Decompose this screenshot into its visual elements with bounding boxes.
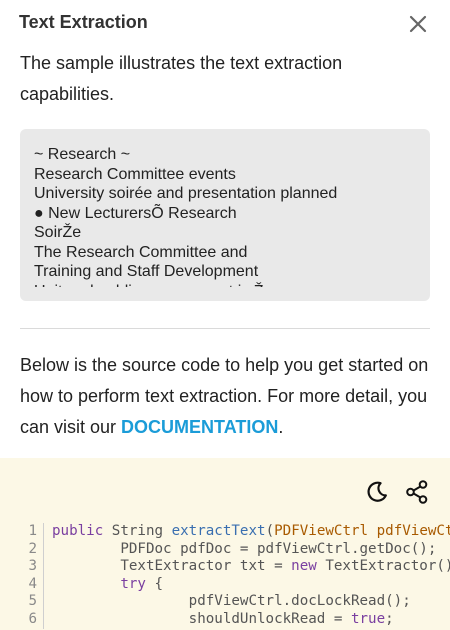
extracted-text-line: ~ Research ~ bbox=[34, 146, 131, 163]
code-text: PDFDoc pdfDoc = pdfViewCtrl.getDoc(); bbox=[52, 541, 436, 559]
code-token: TextExtractor(); bbox=[316, 558, 450, 575]
code-token: String bbox=[103, 523, 172, 539]
share-button[interactable] bbox=[403, 478, 431, 506]
divider bbox=[20, 328, 430, 329]
code-token: extractText bbox=[171, 523, 266, 539]
line-number: 3 bbox=[0, 558, 44, 576]
extracted-text-line: University soirée and presentation plann… bbox=[34, 185, 338, 202]
share-icon bbox=[406, 480, 428, 504]
code-token: shouldUnlockRead = bbox=[52, 610, 351, 627]
code-text: TextExtractor txt = new TextExtractor(); bbox=[52, 558, 450, 576]
extracted-text-box[interactable]: ~ Research ~ Research Committee events Uni… bbox=[20, 129, 430, 301]
extracted-text-line: Unit and public engagement is Ž bbox=[34, 282, 420, 288]
code-text: shouldUnlockRead = true; bbox=[52, 611, 394, 629]
line-number: 4 bbox=[0, 575, 44, 594]
extracted-text-line: The Research Committee and bbox=[34, 243, 248, 261]
code-token: ; bbox=[385, 610, 394, 627]
code-token: pdfViewCtrl.docLockRead(); bbox=[52, 593, 411, 610]
line-number: 6 bbox=[0, 610, 44, 629]
line-number: 1 bbox=[0, 523, 44, 541]
moon-icon bbox=[367, 481, 387, 502]
code-token: try bbox=[120, 575, 146, 592]
code-token: PDFDoc pdfDoc = pdfViewCtrl.getDoc(); bbox=[52, 540, 437, 557]
code-token: { bbox=[145, 575, 164, 592]
code-line: 2 PDFDoc pdfDoc = pdfViewCtrl.getDoc(); bbox=[0, 540, 450, 559]
code-text: try { bbox=[52, 576, 163, 594]
extracted-text-line: ● New LecturersÕ Research bbox=[34, 204, 237, 222]
code-line: 1 public String extractText(PDFViewCtrl p… bbox=[0, 523, 450, 541]
code-token: ( bbox=[265, 523, 275, 539]
code-text: pdfViewCtrl.docLockRead(); bbox=[52, 593, 411, 611]
code-line: 6 shouldUnlockRead = true; bbox=[0, 610, 450, 629]
theme-toggle-button[interactable] bbox=[363, 478, 391, 506]
close-button[interactable] bbox=[404, 10, 432, 38]
page-title: Text Extraction bbox=[19, 12, 148, 32]
code-token: TextExtractor txt = bbox=[52, 558, 292, 575]
line-number: 2 bbox=[0, 540, 44, 559]
code-line: 5 pdfViewCtrl.docLockRead(); bbox=[0, 593, 450, 611]
code-block[interactable]: 1 public String extractText(PDFViewCtrl p… bbox=[0, 523, 450, 629]
code-token: true bbox=[350, 610, 386, 627]
extracted-text-line: Research Committee events bbox=[34, 165, 236, 183]
source-code-intro: Below is the source code to help you get… bbox=[20, 350, 432, 443]
code-token: public bbox=[52, 523, 104, 539]
dialog-header: Text Extraction bbox=[0, 0, 450, 46]
line-number: 5 bbox=[0, 593, 44, 611]
code-panel: 1 public String extractText(PDFViewCtrl p… bbox=[0, 458, 450, 630]
code-text: public String extractText(PDFViewCtrl pd… bbox=[52, 523, 450, 541]
code-line: 3 TextExtractor txt = new TextExtractor(… bbox=[0, 558, 450, 576]
code-token: PDFViewCtrl pdfViewCtrl bbox=[274, 523, 450, 539]
code-line: 4 try { bbox=[0, 575, 450, 594]
extracted-text-line: SoirŽe bbox=[34, 224, 82, 241]
extracted-text: ~ Research ~ Research Committee events Uni… bbox=[34, 145, 420, 287]
close-icon bbox=[409, 15, 427, 33]
code-token: new bbox=[291, 558, 317, 575]
intro-text: The sample illustrates the text extracti… bbox=[20, 53, 343, 104]
extracted-text-line: Training and Staff Development bbox=[34, 263, 259, 280]
documentation-link[interactable]: DOCUMENTATION bbox=[121, 417, 278, 437]
source-intro-suffix: . bbox=[278, 417, 284, 437]
